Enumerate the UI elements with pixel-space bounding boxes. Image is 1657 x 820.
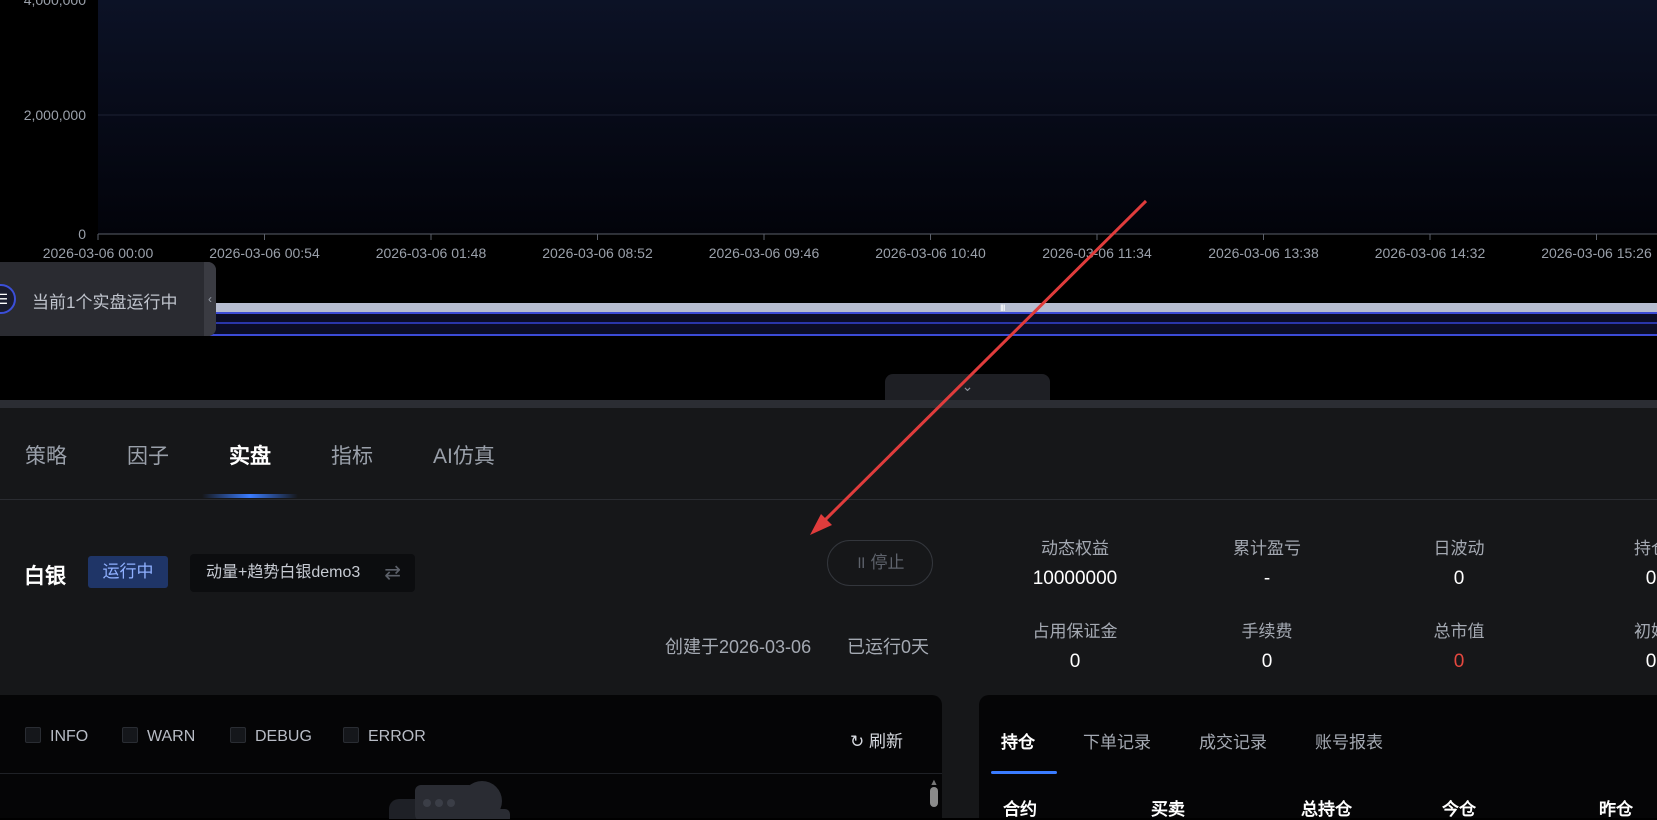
tab-account-report[interactable]: 账号报表	[1315, 728, 1383, 753]
y-tick-label: 0	[78, 226, 86, 242]
stop-label: 停止	[870, 553, 905, 572]
checkbox[interactable]	[230, 727, 246, 743]
stat-value: 10000000	[1032, 568, 1118, 589]
x-tick-label: 2026-03-06 00:54	[209, 245, 320, 260]
x-tick-label: 2026-03-06 10:40	[875, 245, 986, 260]
filter-info[interactable]: INFO	[25, 727, 88, 746]
zoom-handle-bar[interactable]	[205, 303, 1657, 312]
running-days: 已运行0天	[847, 637, 930, 657]
stat-label: 手续费	[1241, 622, 1293, 641]
x-tick-label: 2026-03-06 09:46	[709, 245, 820, 260]
refresh-icon: ↻	[850, 732, 869, 751]
scroll-thumb[interactable]	[930, 787, 938, 807]
tab-positions[interactable]: 持仓	[1001, 728, 1035, 753]
tab-live[interactable]: 实盘	[229, 440, 271, 470]
column-header: 总持仓	[1301, 800, 1352, 819]
stat-value: 0	[1645, 651, 1657, 672]
checkbox[interactable]	[343, 727, 359, 743]
equity-chart-svg: 4,000,000 2,000,000 0 2026-03-06 00:00 20…	[24, 0, 1657, 260]
stat-label: 初始	[1634, 622, 1657, 641]
zoom-range-window[interactable]	[205, 312, 1657, 336]
column-header: 合约	[1003, 800, 1037, 819]
positions-panel: 持仓 下单记录 成交记录 账号报表 合约 买卖 总持仓 今仓 昨仓	[979, 695, 1657, 819]
x-tick-label: 2026-03-06 11:34	[1042, 245, 1152, 260]
stat-value: 0	[1645, 568, 1657, 589]
stop-button[interactable]: ॥ 停止	[827, 540, 933, 586]
active-tab-underline	[202, 494, 298, 498]
active-subtab-underline	[991, 771, 1057, 774]
list-icon[interactable]: ☰	[0, 284, 16, 314]
tab-factor[interactable]: 因子	[127, 440, 169, 470]
x-tick-label: 2026-03-06 08:52	[542, 245, 653, 260]
data-zoom-slider[interactable]: III	[205, 300, 1657, 338]
strategy-name: 动量+趋势白银demo3	[206, 564, 361, 581]
x-tick-label: 2026-03-06 01:48	[376, 245, 487, 260]
stat-value: 0	[1261, 651, 1273, 672]
stat-value: 0	[1453, 568, 1465, 589]
created-date: 创建于2026-03-06	[665, 637, 812, 657]
checkbox[interactable]	[25, 727, 41, 743]
x-tick-label: 2026-03-06 15:26	[1541, 245, 1652, 260]
chart-plot-area	[98, 0, 1657, 234]
filter-debug[interactable]: DEBUG	[230, 727, 312, 746]
zoom-grip-icon[interactable]: III	[1000, 303, 1005, 313]
running-live-text: 当前1个实盘运行中	[32, 293, 178, 312]
tab-trade-records[interactable]: 成交记录	[1199, 728, 1267, 753]
status-badge: 运行中	[88, 556, 168, 588]
x-tick-label: 2026-03-06 14:32	[1375, 245, 1486, 260]
instrument-title: 白银	[24, 565, 66, 588]
stat-label: 总市值	[1433, 622, 1485, 641]
column-header: 买卖	[1151, 800, 1185, 819]
column-header: 昨仓	[1599, 800, 1633, 819]
checkbox[interactable]	[122, 727, 138, 743]
refresh-label: 刷新	[868, 732, 903, 751]
tab-indicator[interactable]: 指标	[331, 440, 373, 470]
y-tick-label: 4,000,000	[24, 0, 86, 8]
column-header: 今仓	[1442, 800, 1476, 819]
stat-label: 持仓	[1634, 539, 1657, 558]
tab-strategy[interactable]: 策略	[25, 440, 67, 470]
chevron-down-icon[interactable]: ⌄	[885, 374, 1050, 402]
stat-label: 动态权益	[1041, 539, 1109, 558]
equity-chart: 4,000,000 2,000,000 0 2026-03-06 00:00 20…	[0, 0, 1657, 260]
log-divider	[0, 773, 942, 774]
x-tick-label: 2026-03-06 00:00	[43, 245, 154, 260]
stat-value: -	[1263, 568, 1271, 589]
filter-label: INFO	[50, 728, 89, 745]
running-live-panel[interactable]: ☰ 当前1个实盘运行中 ‹	[0, 262, 216, 336]
main-tabs: 策略 因子 实盘 指标 AI仿真	[0, 408, 1657, 500]
bottom-section: 策略 因子 实盘 指标 AI仿真 白银 运行中 动量+趋势白银demo3 ⇄ ॥…	[0, 408, 1657, 819]
empty-state-illustration	[389, 781, 510, 819]
scroll-up-icon[interactable]: ▲	[928, 777, 940, 787]
x-tick-label: 2026-03-06 13:38	[1208, 245, 1319, 260]
filter-error[interactable]: ERROR	[343, 727, 426, 746]
filter-label: ERROR	[368, 728, 426, 745]
y-tick-label: 2,000,000	[24, 107, 86, 123]
log-panel: INFO WARN DEBUG ERROR ↻ 刷新 ▲	[0, 695, 942, 819]
swap-icon[interactable]: ⇄	[384, 554, 401, 592]
filter-label: WARN	[147, 728, 196, 745]
stat-label: 累计盈亏	[1233, 539, 1301, 558]
tab-ai-sim[interactable]: AI仿真	[433, 440, 495, 470]
refresh-button[interactable]: ↻ 刷新	[850, 727, 903, 752]
stat-value: 0	[1069, 651, 1081, 672]
x-axis-ticks: 2026-03-06 00:00 2026-03-06 00:54 2026-03-…	[43, 234, 1652, 260]
strategy-selector[interactable]: 动量+趋势白银demo3 ⇄	[190, 554, 415, 592]
pause-icon: ॥	[855, 553, 871, 572]
stat-label: 占用保证金	[1032, 622, 1118, 641]
stat-label: 日波动	[1433, 539, 1485, 558]
filter-warn[interactable]: WARN	[122, 727, 195, 746]
stat-value: 0	[1453, 651, 1465, 672]
tab-order-records[interactable]: 下单记录	[1083, 728, 1151, 753]
panel-collapse-handle[interactable]: ‹	[204, 262, 216, 336]
section-divider[interactable]	[0, 400, 1657, 408]
filter-label: DEBUG	[255, 728, 312, 745]
log-scrollbar[interactable]: ▲	[928, 777, 940, 817]
